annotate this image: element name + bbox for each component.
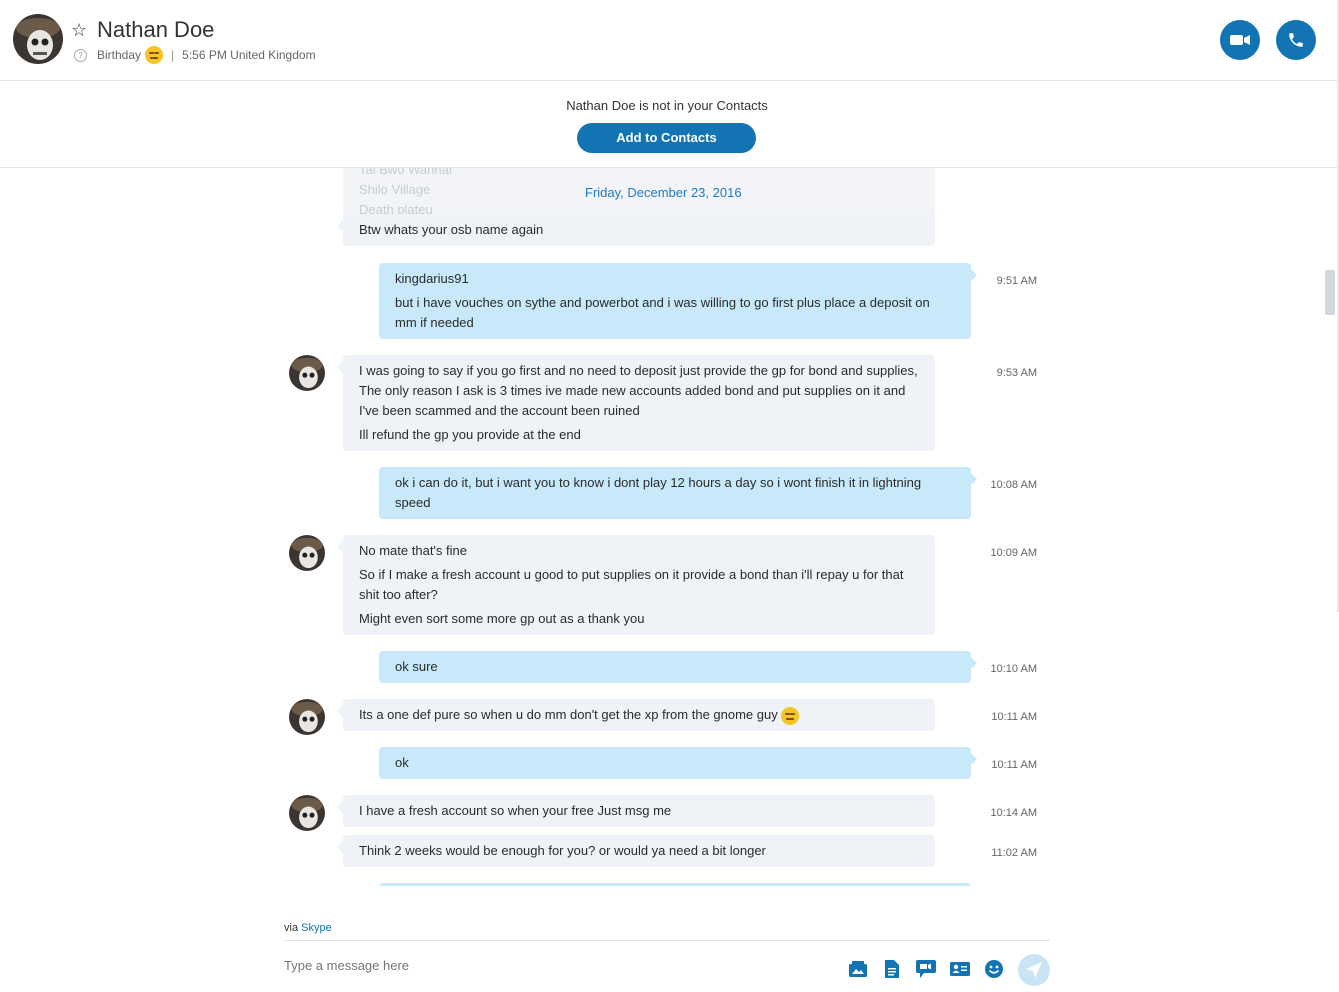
outgoing-message[interactable]: ok sure — [379, 651, 977, 683]
message-text: So if I make a fresh account u good to p… — [359, 567, 904, 602]
message-timestamp: 10:14 AM — [990, 807, 1037, 819]
sender-avatar[interactable] — [289, 355, 325, 391]
date-separator: Friday, December 23, 2016 — [585, 185, 742, 200]
message-text: ok i can do it, but i want you to know i… — [395, 475, 922, 510]
faded-line: Tai Bwo Wannai — [359, 168, 452, 177]
contact-name: Nathan Doe — [97, 17, 215, 42]
outgoing-message-partial[interactable] — [379, 883, 971, 886]
outgoing-message[interactable]: ok i can do it, but i want you to know i… — [379, 467, 977, 519]
message-text: Btw whats your osb name again — [359, 222, 544, 237]
incoming-message[interactable]: No mate that's fine So if I make a fresh… — [337, 535, 935, 635]
message-text: ok sure — [395, 659, 438, 674]
media-gallery-icon — [849, 961, 867, 977]
separator: | — [171, 48, 175, 62]
emoticon-button[interactable] — [984, 959, 1004, 979]
favorite-star-icon[interactable]: ☆ — [71, 20, 87, 41]
message-input[interactable] — [284, 958, 784, 973]
message-timestamp: 9:53 AM — [996, 367, 1037, 379]
local-time: 5:56 PM United Kingdom — [182, 48, 316, 62]
contact-card-icon — [950, 962, 970, 976]
audio-call-icon — [1289, 33, 1303, 47]
not-in-contacts-banner: Nathan Doe is not in your Contacts Add t… — [0, 81, 1337, 168]
send-icon — [1026, 962, 1042, 978]
message-timestamp: 10:09 AM — [990, 547, 1037, 559]
message-text: ok — [395, 755, 409, 770]
contact-avatar[interactable] — [13, 14, 63, 64]
audio-call-button[interactable] — [1276, 20, 1316, 60]
message-text-content: Its a one def pure so when u do mm don't… — [359, 707, 778, 722]
not-in-contacts-text: Nathan Doe is not in your Contacts — [566, 98, 768, 113]
message-timestamp: 10:10 AM — [990, 663, 1037, 675]
file-icon — [885, 960, 899, 978]
send-file-button[interactable] — [882, 959, 902, 979]
message-text: I have a fresh account so when your free… — [359, 803, 672, 818]
send-button[interactable] — [1018, 954, 1050, 986]
outgoing-message[interactable]: ok — [379, 747, 977, 779]
video-call-icon — [1230, 35, 1250, 45]
sender-avatar[interactable] — [289, 795, 325, 831]
message-text: No mate that's fine — [359, 543, 467, 558]
message-text: Think 2 weeks would be enough for you? o… — [359, 843, 766, 858]
incoming-message[interactable]: I have a fresh account so when your free… — [337, 795, 935, 827]
incoming-message[interactable]: Its a one def pure so when u do mm don't… — [337, 699, 935, 731]
video-call-button[interactable] — [1220, 20, 1260, 60]
message-text: Its a one def pure so when u do mm don't… — [359, 705, 919, 725]
conversation-header: ☆ Nathan Doe ? Birthday | 5:56 PM United… — [0, 0, 1337, 81]
help-icon[interactable]: ? — [74, 48, 87, 62]
message-timestamp: 9:51 AM — [996, 275, 1037, 287]
chat-scrollbar-thumb[interactable] — [1325, 270, 1335, 315]
message-timestamp: 11:02 AM — [991, 847, 1037, 859]
via-service-link[interactable]: Skype — [301, 922, 332, 934]
composer-divider — [284, 940, 1050, 941]
sender-avatar[interactable] — [289, 535, 325, 571]
message-timestamp: 10:11 AM — [991, 711, 1037, 723]
message-history[interactable]: Tai Bwo Wannai Shilo Village Death plate… — [0, 168, 1324, 886]
send-contact-button[interactable] — [950, 959, 970, 979]
message-timestamp: 10:08 AM — [990, 479, 1037, 491]
video-message-icon — [916, 960, 936, 978]
incoming-message[interactable]: Think 2 weeks would be enough for you? o… — [337, 835, 935, 867]
incoming-message[interactable]: Btw whats your osb name again — [337, 214, 935, 246]
message-timestamp: 10:11 AM — [991, 759, 1037, 771]
grin-emoji-icon — [781, 706, 800, 725]
via-service-label: via Skype — [284, 922, 332, 934]
video-message-button[interactable] — [916, 959, 936, 979]
outgoing-message[interactable]: kingdarius91 but i have vouches on sythe… — [379, 263, 977, 339]
message-text: Ill refund the gp you provide at the end — [359, 427, 581, 442]
contact-status-line: ? Birthday | 5:56 PM United Kingdom — [74, 46, 316, 64]
media-gallery-button[interactable] — [848, 959, 868, 979]
sender-avatar[interactable] — [289, 699, 325, 735]
message-text: but i have vouches on sythe and powerbot… — [395, 295, 930, 330]
emoticon-icon — [985, 960, 1003, 978]
message-text: I was going to say if you go first and n… — [359, 363, 918, 418]
message-text: kingdarius91 — [395, 271, 469, 286]
grin-emoji-icon — [145, 46, 164, 64]
add-to-contacts-button[interactable]: Add to Contacts — [577, 123, 756, 153]
message-text: Might even sort some more gp out as a th… — [359, 611, 645, 626]
status-label: Birthday — [97, 48, 142, 62]
via-prefix: via — [284, 922, 299, 934]
incoming-message[interactable]: I was going to say if you go first and n… — [337, 355, 935, 451]
